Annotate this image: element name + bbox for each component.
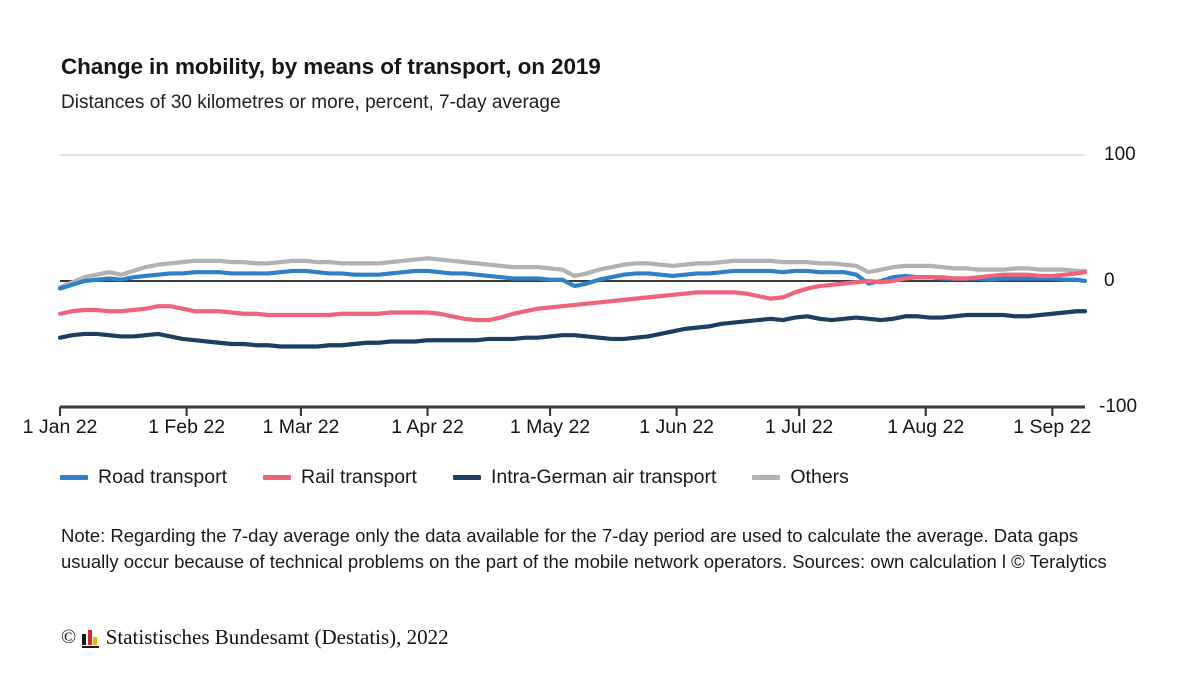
legend-swatch-others <box>752 475 781 480</box>
footer-text: Statistisches Bundesamt (Destatis), 2022 <box>105 625 449 649</box>
infographic-page: Change in mobility, by means of transpor… <box>0 0 1200 675</box>
legend-swatch-rail <box>263 475 291 480</box>
x-axis-label-5: 1 Jun 22 <box>639 416 715 438</box>
legend-item-air[interactable]: Intra-German air transport <box>452 466 717 489</box>
x-axis-tick-labels: 1 Jan 22 1 Feb 22 1 Mar 22 1 Apr 22 1 May 22… <box>0 416 1200 446</box>
logo-bar-red <box>87 630 92 645</box>
chart-area: 100 0 -100 1 Jan 22 1 Feb 22 1 Mar 22 1 Apr… <box>0 0 1200 470</box>
chart-legend: Road transport Rail transport Intra-German… <box>60 466 885 489</box>
copyright-icon: © <box>61 626 77 648</box>
line-chart <box>57 154 1088 416</box>
x-axis-label-4: 1 May 22 <box>509 416 591 438</box>
y-axis-label-100: 100 <box>1104 144 1136 165</box>
y-axis-label-neg100: -100 <box>1099 396 1138 417</box>
y-axis-label-0: 0 <box>1104 270 1115 291</box>
x-axis-label-6: 1 Jul 22 <box>764 416 834 438</box>
x-axis-label-1: 1 Feb 22 <box>148 416 226 438</box>
legend-swatch-road <box>60 475 88 480</box>
legend-item-others[interactable]: Others <box>752 466 849 489</box>
legend-label-road: Road transport <box>98 466 227 488</box>
chart-note: Note: Regarding the 7-day average only t… <box>61 525 1107 572</box>
series-line-intra-german-air-transport <box>57 309 1088 349</box>
legend-label-others: Others <box>790 466 849 488</box>
legend-item-rail[interactable]: Rail transport <box>263 466 417 489</box>
x-axis-label-7: 1 Aug 22 <box>887 416 965 438</box>
destatis-logo-icon <box>82 628 100 648</box>
logo-bar-gold <box>93 637 98 645</box>
logo-baseline <box>82 645 100 648</box>
legend-label-rail: Rail transport <box>301 466 417 488</box>
x-axis-label-3: 1 Apr 22 <box>391 416 464 438</box>
x-axis-label-2: 1 Mar 22 <box>262 416 340 438</box>
legend-label-air: Intra-German air transport <box>490 466 717 488</box>
footer: © Statistisches Bundesamt (Destatis), 20… <box>61 625 449 650</box>
legend-swatch-air <box>452 475 481 480</box>
logo-bar-black <box>82 634 87 645</box>
legend-item-road[interactable]: Road transport <box>60 466 227 489</box>
x-axis-label-0: 1 Jan 22 <box>22 416 98 438</box>
x-axis-label-8: 1 Sep 22 <box>1013 416 1092 438</box>
